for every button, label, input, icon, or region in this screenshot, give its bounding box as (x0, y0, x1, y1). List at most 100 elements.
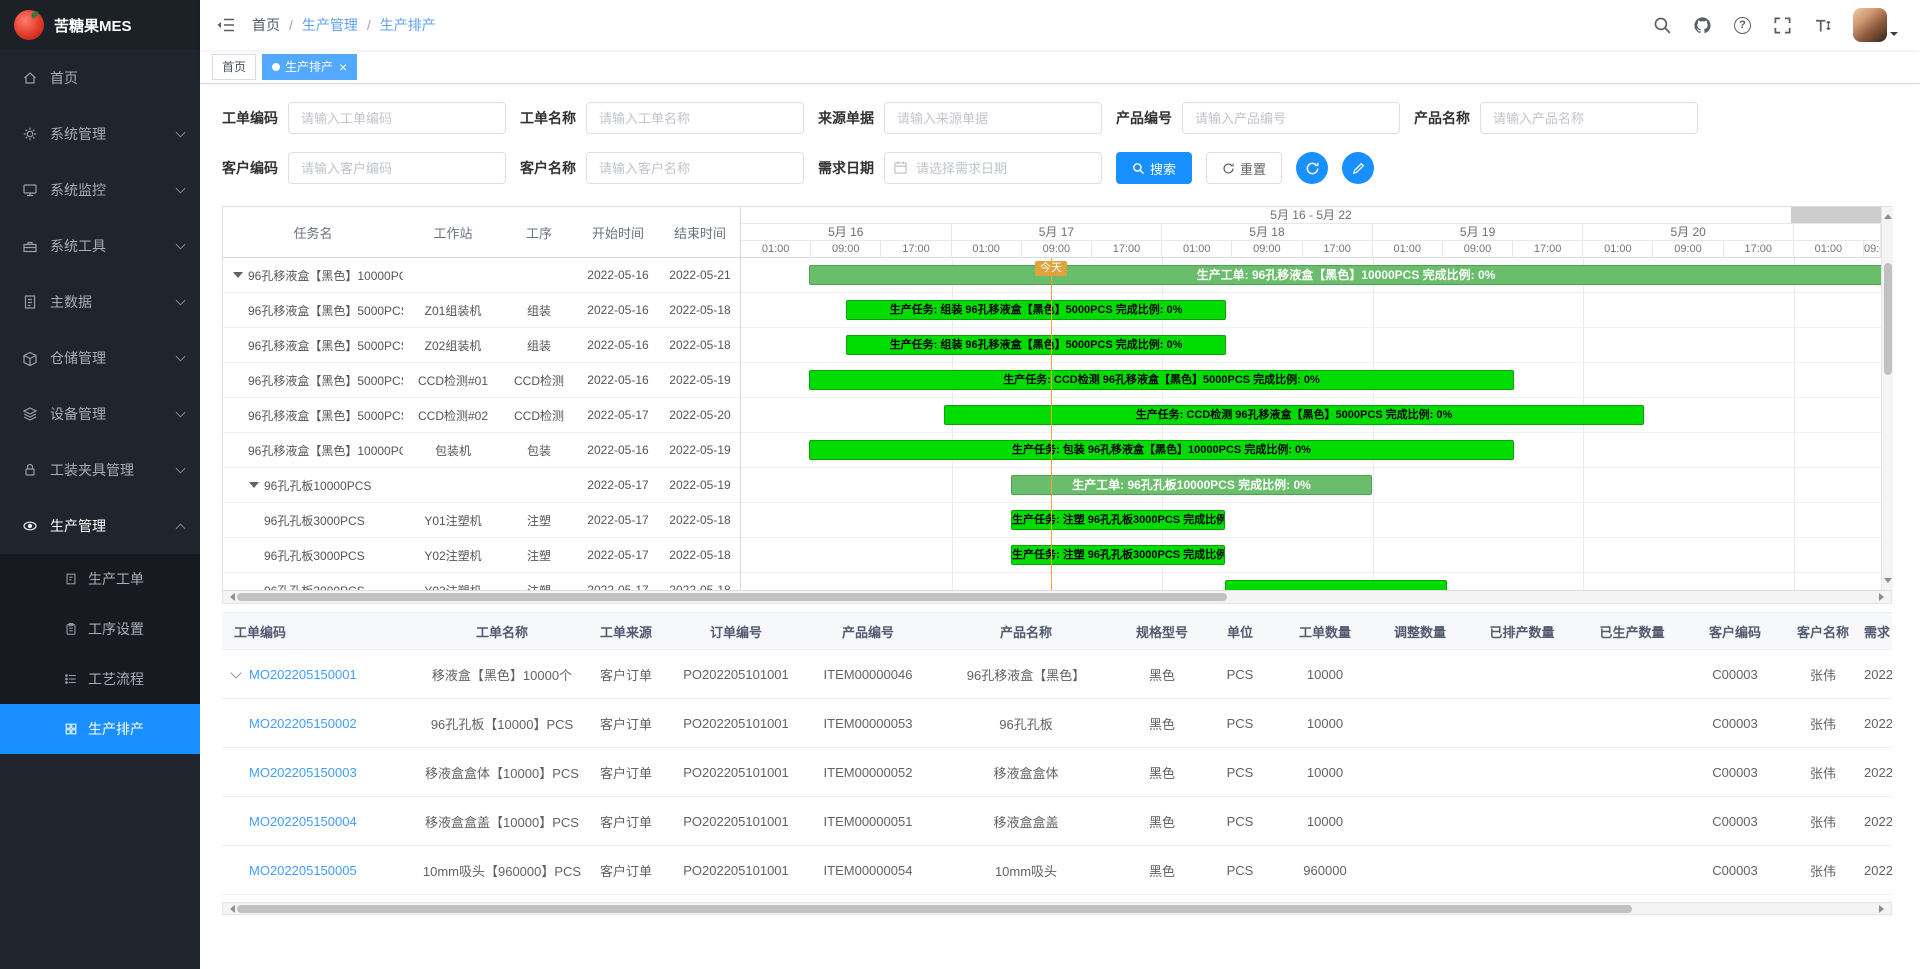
sidebar-item-system-monitor[interactable]: 系统监控 (0, 162, 200, 218)
sidebar-item-process-flow[interactable]: 工艺流程 (0, 654, 200, 704)
github-icon[interactable] (1693, 16, 1712, 35)
scale-hour-cell: 17:00 (1092, 241, 1162, 258)
gantt-bar[interactable]: 生产任务: 组装 96孔移液盒【黑色】5000PCS 完成比例: 0% (846, 300, 1226, 320)
scroll-left-icon[interactable] (226, 905, 235, 913)
gantt-bar[interactable]: 生产任务: CCD检测 96孔移液盒【黑色】5000PCS 完成比例: 0% (809, 370, 1514, 390)
task-start: 2022-05-17 (575, 548, 661, 562)
breadcrumb-production[interactable]: 生产管理 (302, 15, 358, 35)
scroll-left-icon[interactable] (226, 593, 235, 601)
search-icon[interactable] (1653, 16, 1672, 35)
sidebar-item-work-orders[interactable]: 生产工单 (0, 554, 200, 604)
tab-close-icon[interactable]: × (339, 60, 347, 74)
sidebar-item-label: 生产工单 (88, 569, 200, 589)
gantt-bar[interactable]: 生产任务: 组装 96孔移液盒【黑色】5000PCS 完成比例: 0% (846, 335, 1226, 355)
sidebar-item-scheduling[interactable]: 生产排产 (0, 704, 200, 754)
tree-expand-icon[interactable] (249, 482, 259, 493)
order-row[interactable]: MO202205150005 10mm吸头【960000】PCS 客户订单 PO… (222, 846, 1892, 895)
scroll-down-icon[interactable] (1884, 578, 1892, 587)
gantt-grid-row[interactable]: 96孔移液盒【黑色】5000PCS CCD检测#02 CCD检测 2022-05… (223, 398, 740, 433)
tab-home[interactable]: 首页 (212, 54, 256, 80)
sidebar-item-system-tools[interactable]: 系统工具 (0, 218, 200, 274)
order-code-link[interactable]: MO202205150003 (249, 765, 357, 780)
order-code-link[interactable]: MO202205150005 (249, 863, 357, 878)
order-code-link[interactable]: MO202205150004 (249, 814, 357, 829)
avatar (1853, 8, 1887, 42)
app-logo[interactable]: 苦糖果MES (0, 0, 200, 50)
breadcrumb-home[interactable]: 首页 (252, 15, 280, 35)
gantt-grid-row[interactable]: 96孔孔板3000PCS Y01注塑机 注塑 2022-05-17 2022-0… (223, 503, 740, 538)
gantt-horizontal-scrollbar[interactable] (222, 591, 1892, 604)
scroll-up-icon[interactable] (1884, 210, 1892, 219)
gantt-body: 生产工单: 96孔移液盒【黑色】10000PCS 完成比例: 0% 生产任务: 组… (741, 258, 1881, 590)
order-row[interactable]: MO202205150003 移液盒盒体【10000】PCS 客户订单 PO20… (222, 748, 1892, 797)
hamburger-icon[interactable] (216, 15, 236, 35)
gantt-bar[interactable]: 生产任务: 包装 96孔移液盒【黑色】10000PCS 完成比例: 0% (809, 440, 1514, 460)
sidebar-item-master-data[interactable]: 主数据 (0, 274, 200, 330)
gantt-grid-row[interactable]: 96孔移液盒【黑色】5000PCS Z01组装机 组装 2022-05-16 2… (223, 293, 740, 328)
gantt-grid-row[interactable]: 96孔孔板10000PCS 2022-05-17 2022-05-19 (223, 468, 740, 503)
edit-button[interactable] (1342, 152, 1374, 184)
order-code-link[interactable]: MO202205150001 (249, 667, 357, 682)
lock-icon (22, 462, 38, 478)
task-process: 包装 (503, 442, 575, 459)
scroll-right-icon[interactable] (1879, 905, 1888, 913)
work-order-code-input[interactable] (288, 102, 506, 134)
sidebar-item-system-admin[interactable]: 系统管理 (0, 106, 200, 162)
task-process: 注塑 (503, 582, 575, 591)
order-row[interactable]: MO202205150004 移液盒盒盖【10000】PCS 客户订单 PO20… (222, 797, 1892, 846)
product-code-input[interactable] (1182, 102, 1400, 134)
scrollbar-thumb[interactable] (1884, 263, 1892, 375)
scroll-right-icon[interactable] (1879, 593, 1888, 601)
refresh-gantt-button[interactable] (1296, 152, 1328, 184)
help-icon[interactable]: ? (1733, 16, 1752, 35)
gantt-bar[interactable]: 生产工单: 96孔孔板10000PCS 完成比例: 0% (1011, 475, 1372, 495)
user-menu[interactable] (1853, 8, 1898, 42)
scale-hour-cell: 09:00 (1864, 241, 1881, 258)
product-name-input[interactable] (1480, 102, 1698, 134)
orders-horizontal-scrollbar[interactable] (222, 902, 1892, 915)
field-label: 客户编码 (222, 158, 278, 178)
scale-day-cell: 5月 19 (1373, 224, 1584, 241)
gantt-bar[interactable]: 生产任务: CCD检测 96孔移液盒【黑色】5000PCS 完成比例: 0% (944, 405, 1644, 425)
breadcrumb-scheduling[interactable]: 生产排产 (380, 15, 436, 35)
gantt-bar[interactable] (1225, 580, 1447, 590)
tree-expand-icon[interactable] (233, 272, 243, 283)
sidebar-item-fixtures[interactable]: 工装夹具管理 (0, 442, 200, 498)
order-row[interactable]: MO202205150001 移液盒【黑色】10000个 客户订单 PO2022… (222, 650, 1892, 699)
customer-name-input[interactable] (586, 152, 804, 184)
gantt-bar[interactable]: 生产任务: 注塑 96孔孔板3000PCS 完成比例: 0% (1011, 510, 1225, 530)
col-header: 规格型号 (1122, 613, 1202, 650)
gantt-grid-row[interactable]: 96孔移液盒【黑色】10000PCS 包装机 包装 2022-05-16 202… (223, 433, 740, 468)
gantt-grid-row[interactable]: 96孔移液盒【黑色】5000PCS CCD检测#01 CCD检测 2022-05… (223, 363, 740, 398)
fullscreen-icon[interactable] (1773, 16, 1792, 35)
reset-button[interactable]: 重置 (1206, 152, 1282, 184)
orders-table: 工单编码 工单名称 工单来源 订单编号 产品编号 产品名称 规格型号 单位 工单… (222, 612, 1892, 895)
order-code-link[interactable]: MO202205150002 (249, 716, 357, 731)
col-header: 已生产数量 (1576, 613, 1688, 650)
gantt-timeline: 5月 16 - 5月 22 5月 165月 175月 185月 195月 20 … (741, 207, 1881, 590)
gantt-bar[interactable]: 生产任务: 注塑 96孔孔板3000PCS 完成比例: 0% (1011, 545, 1225, 565)
font-size-icon[interactable] (1813, 16, 1832, 35)
gantt-grid-row[interactable]: 96孔孔板3000PCS Y03注塑机 注塑 2022-05-17 2022-0… (223, 573, 740, 590)
gantt-vertical-scrollbar[interactable] (1881, 207, 1893, 590)
filter-row-1: 工单编码 工单名称 来源单据 产品编号 产品名称 (222, 102, 1920, 134)
gantt-grid-row[interactable]: 96孔移液盒【黑色】5000PCS Z02组装机 组装 2022-05-16 2… (223, 328, 740, 363)
order-row[interactable]: MO202205150002 96孔孔板【10000】PCS 客户订单 PO20… (222, 699, 1892, 748)
source-doc-input[interactable] (884, 102, 1102, 134)
row-expand-icon[interactable] (230, 667, 241, 678)
sidebar-item-warehouse[interactable]: 仓储管理 (0, 330, 200, 386)
work-order-name-input[interactable] (586, 102, 804, 134)
sidebar-item-production[interactable]: 生产管理 (0, 498, 200, 554)
gantt-grid-row[interactable]: 96孔移液盒【黑色】10000PCS 2022-05-16 2022-05-21 (223, 258, 740, 293)
tab-scheduling[interactable]: 生产排产 × (262, 54, 357, 80)
sidebar-item-equipment[interactable]: 设备管理 (0, 386, 200, 442)
gantt-grid-row[interactable]: 96孔孔板3000PCS Y02注塑机 注塑 2022-05-17 2022-0… (223, 538, 740, 573)
gantt-bar[interactable]: 生产工单: 96孔移液盒【黑色】10000PCS 完成比例: 0% (809, 265, 1881, 285)
customer-code-input[interactable] (288, 152, 506, 184)
scrollbar-thumb[interactable] (237, 905, 1632, 913)
scrollbar-thumb[interactable] (237, 593, 1227, 601)
demand-date-input[interactable] (884, 152, 1102, 184)
sidebar-item-process-settings[interactable]: 工序设置 (0, 604, 200, 654)
sidebar-item-home[interactable]: 首页 (0, 50, 200, 106)
search-button[interactable]: 搜索 (1116, 152, 1192, 184)
